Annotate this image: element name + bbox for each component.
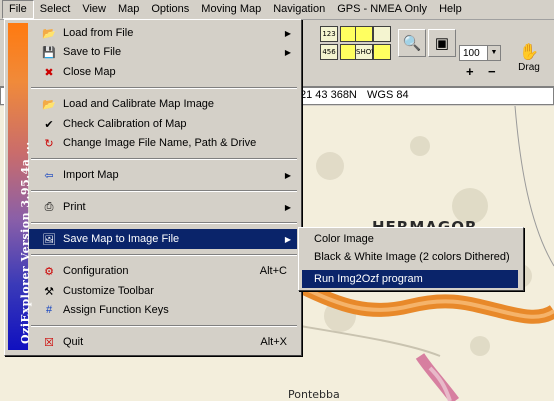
image-save-icon: 🖼 (42, 233, 56, 246)
route-show-icon[interactable]: SHOW (355, 44, 378, 60)
menu-item-close-map[interactable]: ✖ Close Map (29, 62, 297, 82)
menu-separator (31, 87, 297, 89)
event-tool-icon[interactable] (373, 26, 391, 42)
menu-select[interactable]: Select (34, 1, 77, 18)
zoom-level-select[interactable]: 100 ▼ (459, 45, 501, 61)
menu-moving-map[interactable]: Moving Map (195, 1, 267, 18)
submenu-arrow-icon: ▶ (284, 28, 291, 38)
configuration-icon: ⚙ (44, 265, 54, 278)
menu-gps-nmea[interactable]: GPS - NMEA Only (331, 1, 433, 18)
waypoint-list-icon[interactable]: 456 (320, 44, 338, 60)
route-tool-icon[interactable] (355, 26, 373, 42)
submenu-item-color-image[interactable]: Color Image (302, 230, 518, 248)
menu-separator (31, 325, 297, 327)
event-list-icon[interactable] (373, 44, 391, 60)
menu-help[interactable]: Help (433, 1, 468, 18)
menu-separator (31, 158, 297, 160)
import-icon: ⇦ (44, 169, 54, 182)
menu-bar: File Select View Map Options Moving Map … (0, 0, 554, 20)
submenu-arrow-icon: ▶ (284, 47, 291, 57)
submenu-arrow-icon: ▶ (284, 170, 291, 180)
zoom-level-value: 100 (463, 48, 480, 59)
zoom-out-button[interactable]: − (488, 64, 496, 79)
file-menu-dropdown: OziExplorer Version 3.95.4a ... 📂 Load f… (4, 19, 302, 356)
shortcut-alt-x: Alt+X (260, 336, 287, 348)
map-window-icon[interactable]: ▣ (428, 29, 456, 57)
customize-toolbar-icon: ⚒ (44, 285, 54, 298)
submenu-arrow-icon: ▶ (284, 202, 291, 212)
close-map-icon: ✖ (44, 66, 54, 79)
menu-item-customize-toolbar[interactable]: ⚒ Customize Toolbar (29, 281, 297, 301)
save-icon: 💾 (42, 46, 56, 59)
submenu-item-bw-image[interactable]: Black & White Image (2 colors Dithered) (302, 248, 518, 266)
function-keys-icon: # (45, 304, 53, 316)
hand-icon: ✋ (519, 44, 539, 61)
submenu-item-run-img2ozf[interactable]: Run Img2Ozf program (302, 270, 518, 288)
menu-item-change-image-file[interactable]: ↻ Change Image File Name, Path & Drive (29, 133, 297, 153)
zoom-magnifier-icon[interactable]: 🔍 (398, 29, 426, 57)
save-image-submenu: Color Image Black & White Image (2 color… (298, 227, 524, 291)
zoom-in-button[interactable]: + (466, 64, 474, 79)
menu-separator (31, 190, 297, 192)
map-bottom-label: Pontebba (288, 388, 340, 401)
quit-icon: ☒ (44, 336, 54, 349)
submenu-arrow-icon: ▶ (284, 234, 291, 244)
menu-options[interactable]: Options (145, 1, 195, 18)
menu-item-check-calibration[interactable]: ✔ Check Calibration of Map (29, 114, 297, 134)
menu-item-load-calibrate[interactable]: 📂 Load and Calibrate Map Image (29, 94, 297, 114)
menu-item-load-from-file[interactable]: 📂 Load from File ▶ (29, 23, 297, 43)
drag-button[interactable]: ✋ Drag (512, 44, 546, 80)
menu-file[interactable]: File (2, 0, 34, 19)
menu-sidebar-banner: OziExplorer Version 3.95.4a ... (8, 23, 32, 350)
folder-open-icon: 📂 (42, 27, 56, 40)
menu-map[interactable]: Map (112, 1, 145, 18)
printer-icon: ⎙ (44, 200, 54, 213)
checkmark-icon: ✔ (44, 118, 54, 131)
chevron-down-icon[interactable]: ▼ (487, 46, 500, 60)
menu-item-print[interactable]: ⎙ Print ▶ (29, 197, 297, 217)
menu-item-save-map-image[interactable]: 🖼 Save Map to Image File ▶ (29, 229, 297, 249)
folder-open-icon: 📂 (42, 98, 56, 111)
menu-item-assign-function-keys[interactable]: # Assign Function Keys (29, 300, 297, 320)
drag-label: Drag (518, 62, 540, 73)
menu-item-configuration[interactable]: ⚙ Configuration Alt+C (29, 261, 297, 281)
menu-item-import-map[interactable]: ⇦ Import Map ▶ (29, 165, 297, 185)
shortcut-alt-c: Alt+C (259, 265, 287, 277)
coordinate-readout: 21 43 368N (300, 89, 357, 101)
waypoint-tool-icon[interactable]: 123 (320, 26, 338, 42)
datum-readout: WGS 84 (367, 89, 409, 101)
change-file-icon: ↻ (44, 137, 54, 150)
menu-navigation[interactable]: Navigation (267, 1, 331, 18)
menu-item-save-to-file[interactable]: 💾 Save to File ▶ (29, 42, 297, 62)
menu-separator (31, 222, 297, 224)
menu-separator (31, 254, 297, 256)
menu-item-quit[interactable]: ☒ Quit Alt+X (29, 332, 297, 352)
menu-view[interactable]: View (76, 1, 112, 18)
